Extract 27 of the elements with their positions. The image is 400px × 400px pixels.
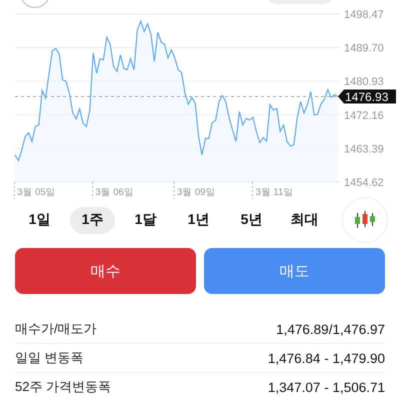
axis-label: 1472.16 [344,110,384,122]
period-tab[interactable]: 1달 [123,206,168,234]
stat-label: 52주 가격변동폭 [15,378,112,396]
axis-label: 1480.93 [344,76,384,88]
stat-label: 일일 변동폭 [15,349,84,367]
axis-label: 1498.47 [344,9,384,21]
stat-value: 1,476.89/1,476.97 [276,322,385,336]
stat-label: 매수가/매도가 [15,320,97,338]
stat-value: 1,476.84 - 1,479.90 [268,350,385,366]
price-tag: 1476.93 [338,90,396,104]
axis-label: 1463.39 [344,143,384,156]
buy-button[interactable]: 매수 [15,248,196,294]
ref-line-label: 1476.93 [345,90,389,104]
period-tab[interactable]: 1주 [70,206,115,234]
chart-type-button[interactable] [342,197,388,243]
stat-value: 1,347.07 - 1,506.71 [268,380,385,394]
axis-label: 1454.62 [344,177,384,189]
period-tab[interactable]: 1년 [176,206,221,234]
period-tab[interactable]: 1일 [17,206,62,234]
axis-label: 3월 11일 [256,187,294,198]
candlestick-icon [354,210,376,230]
axis-label: 3월 09일 [176,187,216,198]
period-tab[interactable]: 최대 [282,206,327,234]
axis-label: 3월 05일 [17,187,56,198]
axis-label: 1489.70 [344,42,384,55]
period-tab[interactable]: 5년 [229,206,274,234]
axis-label: 3월 06일 [95,187,134,198]
